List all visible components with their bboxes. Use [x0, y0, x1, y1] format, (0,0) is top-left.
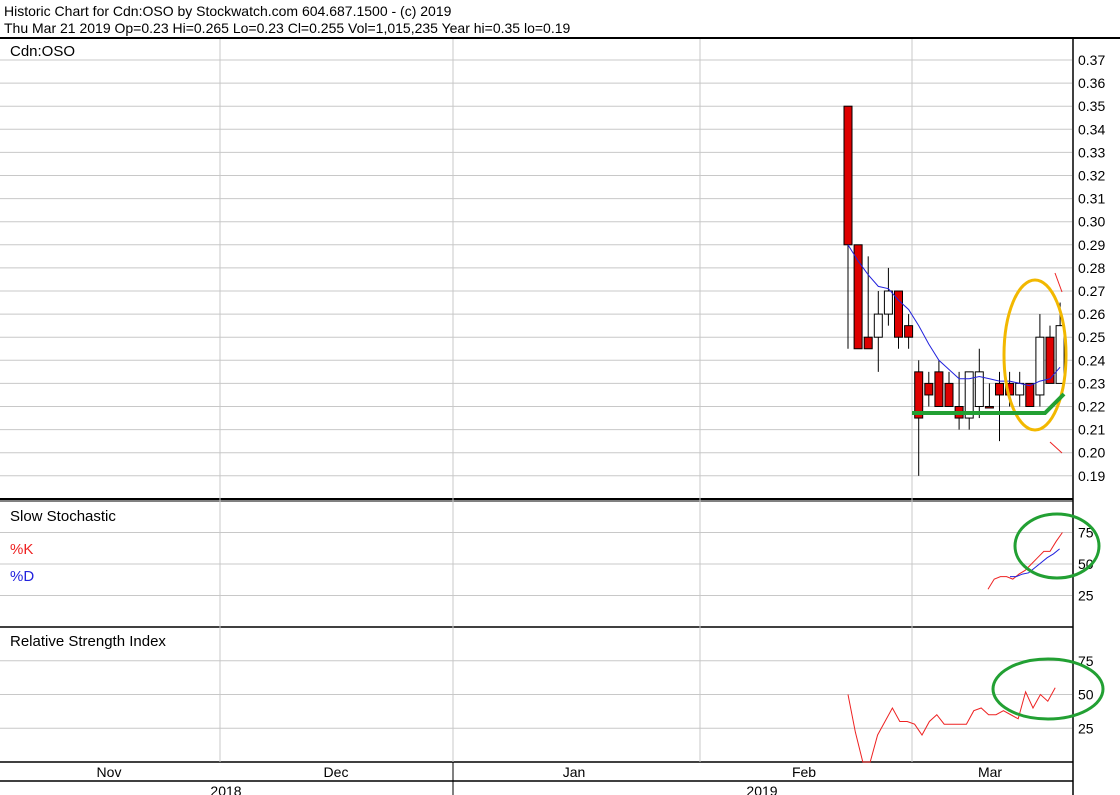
- grid: [0, 39, 1072, 762]
- candle: [914, 360, 924, 476]
- candle: [873, 291, 883, 372]
- green-annotation-ellipse-stochastic: [1013, 512, 1101, 580]
- year-label-2018: 2018: [210, 783, 241, 795]
- red-stray-mark-upper: [1054, 272, 1063, 293]
- stochastic-panel-title: Slow Stochastic: [10, 508, 116, 525]
- stochastic-tick-label: 25: [1078, 588, 1094, 604]
- month-label-dec: Dec: [324, 764, 349, 780]
- rsi-tick-label: 25: [1078, 720, 1094, 736]
- month-label-feb: Feb: [792, 764, 816, 780]
- price-tick-label: 0.33: [1078, 144, 1105, 160]
- candle-body: [1055, 325, 1065, 384]
- price-tick-label: 0.30: [1078, 214, 1105, 230]
- stock-chart: Historic Chart for Cdn:OSO by Stockwatch…: [0, 3, 1120, 795]
- candle-body: [1035, 336, 1045, 396]
- red-stray-mark: [1049, 441, 1063, 454]
- chart-header-line2: Thu Mar 21 2019 Op=0.23 Hi=0.265 Lo=0.23…: [4, 20, 571, 36]
- stochastic-k-line: [987, 532, 1063, 590]
- candle-body: [1015, 382, 1025, 396]
- candle-body: [934, 371, 944, 408]
- candle: [924, 371, 934, 407]
- price-tick-label: 0.29: [1078, 237, 1105, 253]
- candle-body: [843, 105, 853, 246]
- price-panel-title: Cdn:OSO: [10, 43, 75, 60]
- candle: [984, 383, 994, 409]
- candle: [1015, 371, 1025, 407]
- price-tick-label: 0.23: [1078, 375, 1105, 391]
- candle-body: [984, 406, 994, 409]
- price-tick-label: 0.22: [1078, 399, 1105, 415]
- candle: [1035, 314, 1045, 407]
- price-tick-label: 0.35: [1078, 98, 1105, 114]
- candle: [883, 267, 893, 326]
- candle-body: [995, 382, 1004, 396]
- candle-body: [894, 290, 903, 338]
- price-tick-label: 0.25: [1078, 329, 1105, 345]
- candle: [843, 105, 853, 349]
- y-tick-labels: 0.37 0.36 0.35 0.34 0.33 0.32 0.31 0.30 0.29 0.28…: [1078, 52, 1105, 736]
- price-tick-label: 0.21: [1078, 422, 1105, 438]
- candle-body: [1025, 382, 1035, 407]
- candle-body: [904, 325, 914, 338]
- candle: [1045, 325, 1055, 384]
- candle: [1025, 382, 1035, 407]
- price-tick-label: 0.27: [1078, 283, 1105, 299]
- candle: [934, 360, 944, 408]
- candle: [954, 371, 964, 430]
- price-tick-label: 0.32: [1078, 168, 1105, 184]
- month-label-nov: Nov: [97, 764, 122, 780]
- candle-body: [863, 336, 873, 350]
- candle-body: [883, 290, 893, 315]
- candle-body: [1045, 336, 1055, 384]
- candle-body: [924, 382, 934, 396]
- rsi-panel-title: Relative Strength Index: [10, 633, 166, 650]
- stochastic-k-legend: %K: [10, 541, 33, 558]
- rsi-line: [847, 687, 1056, 763]
- x-axis-labels: Nov Dec Jan Feb Mar 2018 2019: [97, 762, 1002, 795]
- year-label-2019: 2019: [746, 783, 777, 795]
- price-tick-label: 0.28: [1078, 260, 1105, 276]
- annotations: [912, 272, 1105, 721]
- month-label-mar: Mar: [978, 764, 1002, 780]
- chart-header-line1: Historic Chart for Cdn:OSO by Stockwatch…: [4, 3, 452, 19]
- candle-body: [873, 313, 883, 338]
- price-tick-label: 0.31: [1078, 191, 1105, 207]
- price-tick-label: 0.26: [1078, 306, 1105, 322]
- price-tick-label: 0.34: [1078, 121, 1105, 137]
- price-tick-label: 0.24: [1078, 352, 1105, 368]
- candle: [944, 371, 954, 407]
- month-label-jan: Jan: [563, 764, 586, 780]
- price-tick-label: 0.36: [1078, 75, 1105, 91]
- candle: [974, 348, 984, 419]
- price-tick-label: 0.20: [1078, 445, 1105, 461]
- stochastic-d-legend: %D: [10, 568, 34, 585]
- candle-body: [944, 382, 954, 407]
- candle: [964, 371, 974, 430]
- candle: [904, 314, 914, 349]
- price-tick-label: 0.19: [1078, 468, 1105, 484]
- price-tick-label: 0.37: [1078, 52, 1105, 68]
- rsi-tick-label: 50: [1078, 687, 1094, 703]
